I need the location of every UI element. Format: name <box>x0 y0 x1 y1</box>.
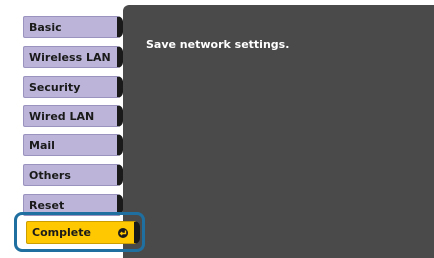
menu-item-wired-lan[interactable]: Wired LAN <box>23 105 123 127</box>
menu-item-mail[interactable]: Mail <box>23 134 123 156</box>
menu-item-label: Mail <box>29 138 55 152</box>
menu-item-security[interactable]: Security <box>23 76 123 98</box>
menu-item-label: Basic <box>29 20 62 34</box>
menu-item-label: Wired LAN <box>29 109 95 123</box>
network-settings-screen: Save network settings. Basic Wireless LA… <box>0 0 434 258</box>
menu-item-label: Security <box>29 80 81 94</box>
menu-item-reset[interactable]: Reset <box>23 194 123 216</box>
menu-item-basic[interactable]: Basic <box>23 16 123 38</box>
menu-item-label: Reset <box>29 198 65 212</box>
menu-item-label: Complete <box>32 226 91 239</box>
settings-menu: Basic Wireless LAN Security Wired LAN Ma… <box>0 0 140 258</box>
panel-message: Save network settings. <box>146 38 290 51</box>
menu-item-label: Others <box>29 168 71 182</box>
menu-item-wireless-lan[interactable]: Wireless LAN <box>23 46 123 68</box>
menu-item-label: Wireless LAN <box>29 50 111 64</box>
settings-panel: Save network settings. <box>123 5 434 258</box>
menu-item-others[interactable]: Others <box>23 164 123 186</box>
menu-item-complete[interactable]: Complete <box>26 221 140 244</box>
enter-icon <box>117 227 129 239</box>
